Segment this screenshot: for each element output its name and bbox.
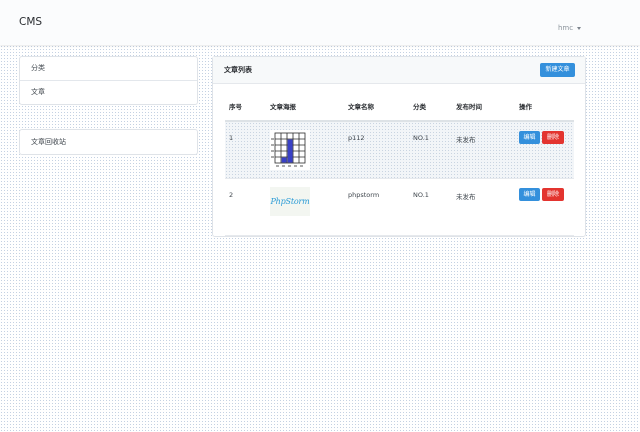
caret-down-icon bbox=[577, 26, 582, 30]
row-category: NO.1 bbox=[413, 191, 429, 199]
row-category: NO.1 bbox=[413, 134, 429, 142]
delete-button[interactable]: 删除 bbox=[542, 131, 564, 144]
page-title: 文章列表 bbox=[224, 66, 252, 74]
new-article-button[interactable]: 新建文章 bbox=[540, 63, 575, 77]
brand-logo[interactable]: CMS bbox=[19, 16, 42, 28]
row-index: 1 bbox=[229, 134, 234, 142]
column-header-category: 分类 bbox=[413, 103, 426, 111]
table-header: 序号 文章海报 文章名称 分类 发布时间 操作 bbox=[225, 93, 574, 122]
edit-button[interactable]: 编辑 bbox=[519, 131, 540, 144]
row-publish-time: 未发布 bbox=[456, 193, 476, 201]
top-navbar: CMS hmc bbox=[0, 0, 640, 45]
article-table: 序号 文章海报 文章名称 分类 发布时间 操作 1 p112 NO.1 未发布 … bbox=[225, 93, 574, 236]
sidebar-item-recycle-bin[interactable]: 文章回收站 bbox=[20, 130, 197, 154]
poster-bar bbox=[287, 139, 293, 163]
sidebar-item-articles[interactable]: 文章 bbox=[20, 80, 197, 104]
sidebar-nav: 分类 文章 bbox=[19, 56, 198, 105]
sidebar-recycle: 文章回收站 bbox=[19, 129, 198, 155]
poster-bar bbox=[281, 157, 287, 163]
phpstorm-logo-text: PhpStorm bbox=[270, 197, 310, 206]
sidebar-item-category[interactable]: 分类 bbox=[20, 57, 197, 80]
row-index: 2 bbox=[229, 191, 234, 199]
column-header-poster: 文章海报 bbox=[270, 103, 296, 111]
card-header: 文章列表 新建文章 bbox=[213, 57, 585, 84]
column-header-publish-time: 发布时间 bbox=[456, 103, 482, 111]
delete-button[interactable]: 删除 bbox=[542, 188, 564, 201]
row-name: phpstorm bbox=[348, 191, 380, 199]
user-name: hmc bbox=[558, 24, 574, 32]
table-row: 2 PhpStorm phpstorm NO.1 未发布 编辑 删除 bbox=[225, 179, 574, 236]
column-header-index: 序号 bbox=[229, 103, 242, 111]
row-name: p112 bbox=[348, 134, 365, 142]
poster-thumbnail: PhpStorm bbox=[270, 187, 310, 216]
article-list-card: 文章列表 新建文章 序号 文章海报 文章名称 分类 发布时间 操作 1 p112… bbox=[212, 56, 586, 237]
user-dropdown[interactable]: hmc bbox=[558, 24, 582, 32]
column-header-name: 文章名称 bbox=[348, 103, 374, 111]
row-publish-time: 未发布 bbox=[456, 136, 476, 144]
column-header-actions: 操作 bbox=[519, 103, 532, 111]
table-row: 1 p112 NO.1 未发布 编辑 删除 bbox=[225, 122, 574, 179]
poster-thumbnail bbox=[270, 130, 310, 170]
edit-button[interactable]: 编辑 bbox=[519, 188, 540, 201]
